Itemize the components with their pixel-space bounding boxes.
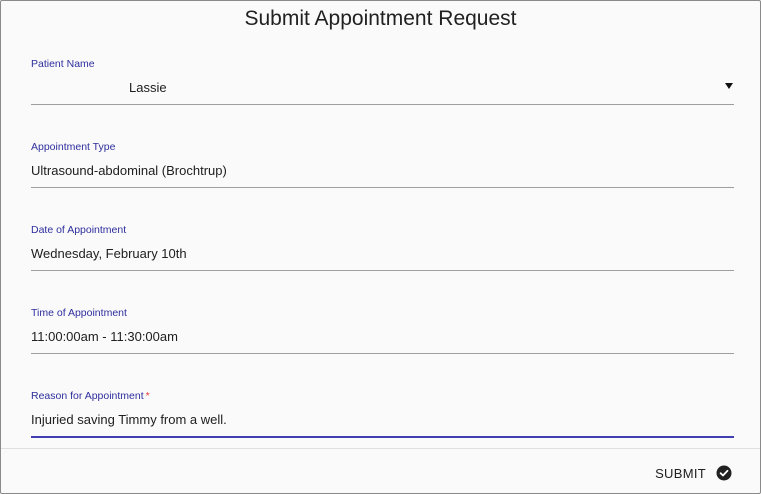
dropdown-arrow-icon[interactable]	[725, 83, 733, 89]
reason-for-appointment-value[interactable]: Injuried saving Timmy from a well.	[31, 412, 227, 427]
date-of-appointment-label: Date of Appointment	[31, 224, 127, 236]
reason-label-text: Reason for Appointment	[31, 390, 144, 402]
patient-name-select[interactable]: Patient Name Lassie	[31, 58, 734, 105]
time-of-appointment-value[interactable]: 11:00:00am - 11:30:00am	[31, 329, 178, 344]
date-of-appointment-field[interactable]: Date of Appointment Wednesday, February …	[31, 224, 734, 271]
submit-label: SUBMIT	[655, 465, 706, 481]
dialog-title: Submit Appointment Request	[244, 7, 517, 30]
reason-for-appointment-field[interactable]: Reason for Appointment * Injuried saving …	[31, 390, 734, 438]
patient-name-label: Patient Name	[31, 58, 95, 70]
appointment-type-label: Appointment Type	[31, 141, 116, 153]
appointment-type-field[interactable]: Appointment Type Ultrasound-abdominal (B…	[31, 141, 734, 188]
patient-name-value: Lassie	[129, 80, 167, 95]
submit-button[interactable]: SUBMIT	[655, 463, 732, 483]
actions-divider	[1, 448, 760, 449]
time-of-appointment-label: Time of Appointment	[31, 307, 127, 319]
appointment-request-dialog: Submit Appointment Request Patient Name …	[0, 0, 761, 494]
time-of-appointment-field[interactable]: Time of Appointment 11:00:00am - 11:30:0…	[31, 307, 734, 354]
date-of-appointment-value[interactable]: Wednesday, February 10th	[31, 246, 187, 261]
reason-for-appointment-label: Reason for Appointment *	[31, 390, 150, 402]
appointment-type-value[interactable]: Ultrasound-abdominal (Brochtrup)	[31, 163, 227, 178]
check-circle-icon	[716, 465, 732, 481]
required-mark: *	[145, 390, 150, 402]
